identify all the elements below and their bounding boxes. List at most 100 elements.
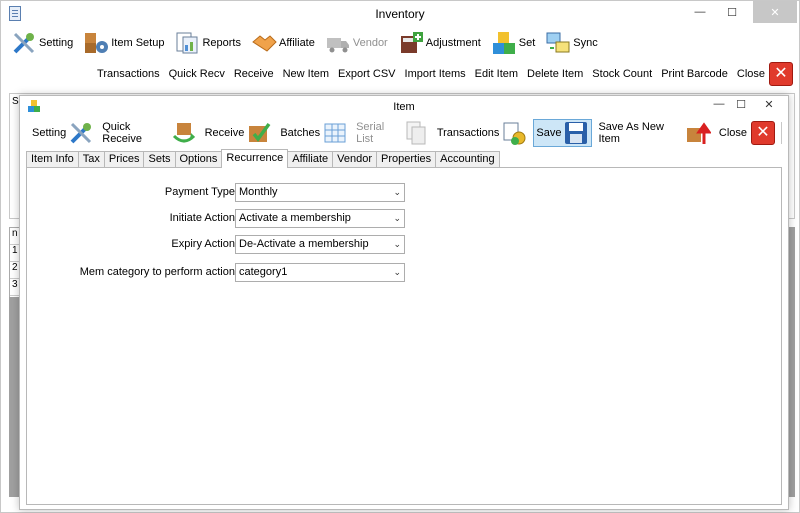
tab-properties[interactable]: Properties	[376, 151, 437, 168]
toolbar-vendor-button[interactable]: Vendor	[325, 28, 388, 58]
item-receive-button[interactable]: Receive	[203, 119, 275, 147]
box-up-arrow-icon	[685, 120, 712, 146]
expiry-action-row: Expiry Action De-Activate a membership ⌄	[27, 235, 783, 255]
main-toolbar: Setting Item Setup Reports Affiliate Ven…	[1, 27, 799, 59]
toolbar-setting-button[interactable]: Setting	[11, 28, 73, 58]
background-panel-label: S	[12, 96, 19, 107]
toolbar-affiliate-button[interactable]: Affiliate	[251, 28, 315, 58]
action-delete-item[interactable]: Delete Item	[527, 68, 583, 80]
close-x-icon: ✕	[751, 121, 775, 145]
action-close[interactable]: Close	[737, 68, 765, 80]
action-print-barcode[interactable]: Print Barcode	[661, 68, 728, 80]
toolbar-set-button[interactable]: Set	[491, 28, 536, 58]
close-x-icon[interactable]: ✕	[769, 62, 793, 86]
item-setting-button[interactable]: Setting	[30, 119, 96, 147]
blocks-icon	[491, 30, 517, 56]
mem-category-row: Mem category to perform action category1…	[27, 263, 783, 283]
chevron-down-icon: ⌄	[393, 213, 401, 223]
toolbar-item-setup-label: Item Setup	[111, 37, 165, 49]
toolbar-vendor-label: Vendor	[352, 37, 388, 49]
item-save-as-new-label: Save As New Item	[598, 121, 664, 145]
minimize-button[interactable]: —	[685, 1, 715, 23]
floppy-disk-icon	[563, 120, 589, 146]
item-title: Item	[393, 101, 415, 113]
inventory-titlebar: Inventory — ☐ ✕	[1, 1, 799, 27]
item-transactions-label: Transactions	[436, 127, 500, 139]
item-batches-button[interactable]: Batches	[278, 119, 350, 147]
action-quick-recv[interactable]: Quick Recv	[169, 68, 225, 80]
toolbar-sync-button[interactable]: Sync	[545, 28, 598, 58]
item-serial-list-label: Serial List	[356, 121, 385, 145]
tab-vendor[interactable]: Vendor	[332, 151, 378, 168]
item-tabs: Item Info Tax Prices Sets Options Recurr…	[26, 149, 786, 168]
initiate-action-value: Activate a membership	[239, 212, 351, 224]
toolbar-sync-label: Sync	[573, 37, 598, 49]
action-edit-item[interactable]: Edit Item	[475, 68, 518, 80]
payment-type-row: Payment Type Monthly ⌄	[27, 183, 783, 203]
maximize-button[interactable]: ☐	[717, 1, 747, 23]
item-window: Item — ☐ ✕ Setting Quick Receive Receive…	[19, 95, 789, 510]
wrench-screwdriver-icon	[68, 120, 94, 146]
item-titlebar: Item — ☐ ✕	[20, 96, 788, 118]
coins-icon	[501, 120, 527, 146]
tab-accounting[interactable]: Accounting	[435, 151, 500, 168]
expiry-action-value: De-Activate a membership	[239, 238, 369, 250]
item-maximize-button[interactable]: ☐	[730, 98, 752, 111]
toolbar-item-setup-button[interactable]: Item Setup	[83, 28, 164, 58]
payment-type-select[interactable]: Monthly ⌄	[235, 183, 405, 202]
toolbar-setting-label: Setting	[39, 37, 74, 49]
action-stock-count[interactable]: Stock Count	[592, 68, 652, 80]
item-quick-receive-button[interactable]: Quick Receive	[100, 119, 198, 147]
item-transactions-button[interactable]: Transactions	[435, 119, 530, 147]
toolbar-reports-label: Reports	[202, 37, 241, 49]
expiry-action-select[interactable]: De-Activate a membership ⌄	[235, 235, 405, 254]
chevron-down-icon: ⌄	[393, 187, 401, 197]
grid-icon	[322, 120, 348, 146]
payment-type-label: Payment Type	[164, 186, 235, 198]
main-action-bar: Transactions Quick Recv Receive New Item…	[1, 61, 799, 87]
toolbar-set-label: Set	[518, 37, 536, 49]
inventory-title: Inventory	[375, 7, 425, 21]
box-arrow-icon	[171, 120, 197, 146]
tab-prices[interactable]: Prices	[103, 151, 145, 168]
item-minimize-button[interactable]: —	[708, 98, 730, 110]
toolbar-affiliate-label: Affiliate	[278, 37, 315, 49]
close-window-button[interactable]: ✕	[753, 1, 797, 23]
chevron-down-icon: ⌄	[393, 267, 401, 277]
mem-category-label: Mem category to perform action	[79, 266, 235, 278]
item-close-label: Close	[718, 127, 747, 139]
action-import-items[interactable]: Import Items	[405, 68, 466, 80]
item-setting-label: Setting	[32, 127, 67, 139]
toolbar-reports-button[interactable]: Reports	[174, 28, 241, 58]
item-close-window-button[interactable]: ✕	[758, 98, 780, 111]
action-export-csv[interactable]: Export CSV	[338, 68, 395, 80]
payment-type-value: Monthly	[239, 186, 278, 198]
tab-item-info[interactable]: Item Info	[26, 151, 79, 168]
tab-sets[interactable]: Sets	[143, 151, 176, 168]
tab-affiliate[interactable]: Affiliate	[287, 151, 334, 168]
action-receive[interactable]: Receive	[234, 68, 274, 80]
item-save-button[interactable]: Save	[533, 119, 593, 147]
toolbar-adjustment-button[interactable]: Adjustment	[398, 28, 481, 58]
tab-recurrence[interactable]: Recurrence	[221, 149, 289, 168]
recurrence-panel: Payment Type Monthly ⌄ Initiate Action A…	[26, 167, 782, 505]
item-save-as-new-button[interactable]: Save As New Item	[596, 119, 712, 147]
item-close-button[interactable]: Close ✕	[717, 119, 784, 147]
initiate-action-select[interactable]: Activate a membership ⌄	[235, 209, 405, 228]
expiry-action-label: Expiry Action	[171, 238, 235, 250]
action-transactions[interactable]: Transactions	[97, 68, 160, 80]
serial-list-icon	[403, 120, 429, 146]
mem-category-value: category1	[239, 266, 288, 278]
tab-options[interactable]: Options	[174, 151, 223, 168]
toolbar-adjustment-label: Adjustment	[425, 37, 481, 49]
initiate-action-label: Initiate Action	[169, 212, 235, 224]
truck-icon	[325, 30, 351, 56]
item-toolbar: Setting Quick Receive Receive Batches Se…	[20, 118, 788, 148]
wrench-screwdriver-icon	[11, 30, 37, 56]
item-serial-list-button[interactable]: Serial List	[354, 119, 431, 147]
mem-category-select[interactable]: category1 ⌄	[235, 263, 405, 282]
box-check-icon	[246, 120, 272, 146]
action-new-item[interactable]: New Item	[283, 68, 329, 80]
tab-tax[interactable]: Tax	[77, 151, 105, 168]
item-batches-label: Batches	[280, 127, 321, 139]
